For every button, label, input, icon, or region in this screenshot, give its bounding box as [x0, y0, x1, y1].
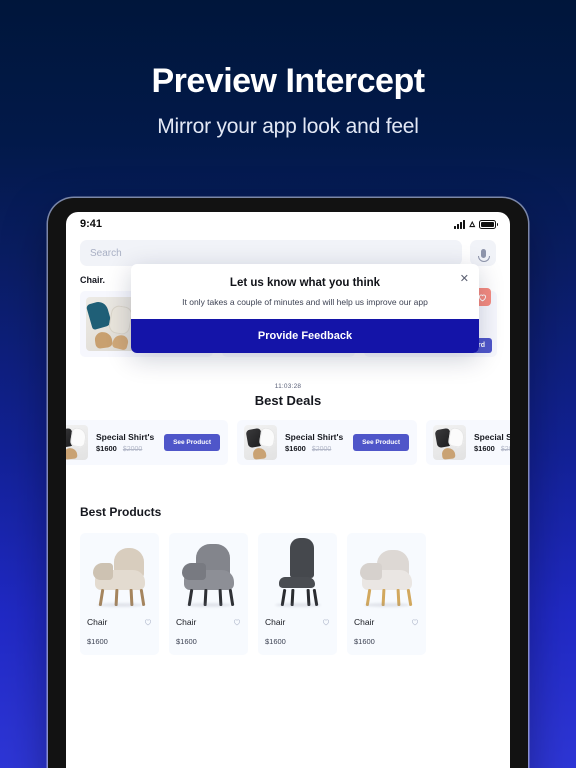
microphone-icon: [478, 248, 490, 262]
best-deals-title: Best Deals: [254, 393, 322, 408]
heart-outline-icon: [412, 619, 418, 626]
search-row: Search: [66, 236, 510, 266]
status-time: 9:41: [80, 218, 103, 230]
deal-old-price: $2000: [311, 446, 332, 453]
page-title: Preview Intercept: [151, 62, 425, 100]
cellular-signal-icon: [454, 219, 466, 229]
heart-outline-icon: [323, 619, 329, 626]
chair-price: $1600: [265, 637, 286, 646]
chair-price: $1600: [87, 637, 108, 646]
deal-name: Special Shirt's: [96, 432, 155, 442]
chair-name: Chair: [87, 617, 108, 627]
deal-info: Special Shirt's $1600 $2000: [466, 432, 510, 453]
deal-prices: $1600 $2000: [96, 444, 164, 453]
deal-info: Special Shirt's $1600 $2000: [88, 432, 164, 453]
see-product-button[interactable]: See Product: [164, 434, 220, 451]
chair-thumbnail: [87, 540, 152, 607]
see-product-button[interactable]: See Product: [353, 434, 409, 451]
chair-row: Chair: [176, 613, 241, 631]
chair-card[interactable]: Chair $1600: [169, 533, 248, 655]
device-screen: 9:41 ▵ Search Chair. Scotch Premium $160…: [66, 212, 510, 768]
chair-row: Chair: [87, 613, 152, 631]
heart-outline-icon: [145, 619, 151, 626]
chair-thumbnail: [265, 538, 330, 607]
favorite-button[interactable]: [322, 613, 330, 631]
deal-prices: $1600 $2000: [474, 444, 510, 453]
chair-thumbnail: [354, 540, 419, 607]
modal-body: Let us know what you think It only takes…: [131, 264, 479, 319]
deal-name: Special Shirt's: [474, 432, 510, 442]
wifi-icon: ▵: [469, 217, 475, 230]
heart-outline-icon: [234, 619, 240, 626]
chair-card[interactable]: Chair $1600: [80, 533, 159, 655]
mic-button[interactable]: [470, 240, 496, 266]
best-deals-rail[interactable]: Special Shirt's $1600 $2000 See Product …: [66, 408, 510, 465]
favorite-button[interactable]: [411, 613, 419, 631]
chair-card[interactable]: Chair $1600: [347, 533, 426, 655]
device-frame: 9:41 ▵ Search Chair. Scotch Premium $160…: [48, 198, 528, 768]
close-icon[interactable]: ✕: [460, 274, 469, 285]
chair-name: Chair: [354, 617, 375, 627]
hero-section: Preview Intercept Mirror your app look a…: [0, 0, 576, 139]
deal-thumbnail: [66, 425, 88, 460]
provide-feedback-button[interactable]: Provide Feedback: [131, 319, 479, 353]
product-thumbnail: [86, 297, 135, 351]
modal-description: It only takes a couple of minutes and wi…: [182, 297, 428, 307]
best-products-rail[interactable]: Chair $1600 Chair $1600 Chair $1600 Chai…: [66, 519, 510, 655]
deal-thumbnail: [433, 425, 466, 460]
search-input[interactable]: Search: [80, 240, 462, 266]
modal-title: Let us know what you think: [229, 277, 381, 289]
battery-icon: [479, 219, 498, 229]
chair-thumbnail: [176, 540, 241, 607]
status-icons: ▵: [454, 217, 498, 230]
deal-name: Special Shirt's: [285, 432, 344, 442]
deal-old-price: $2000: [122, 446, 143, 453]
chair-row: Chair: [354, 613, 419, 631]
deal-card[interactable]: Special Shirt's $1600 $2000 See Product: [426, 420, 510, 465]
deal-price: $1600: [285, 444, 306, 453]
deal-old-price: $2000: [500, 446, 510, 453]
favorite-button[interactable]: [233, 613, 241, 631]
favorite-button[interactable]: [144, 613, 152, 631]
chair-card[interactable]: Chair $1600: [258, 533, 337, 655]
deal-card[interactable]: Special Shirt's $1600 $2000 See Product: [66, 420, 228, 465]
deal-card[interactable]: Special Shirt's $1600 $2000 See Product: [237, 420, 417, 465]
best-deals-header: 11:03:28 Best Deals: [66, 383, 510, 408]
deals-countdown-timer: 11:03:28: [274, 383, 302, 390]
status-bar: 9:41 ▵: [66, 212, 510, 236]
deal-info: Special Shirt's $1600 $2000: [277, 432, 353, 453]
deal-thumbnail: [244, 425, 277, 460]
chair-name: Chair: [176, 617, 197, 627]
best-products-title: Best Products: [80, 505, 162, 519]
page-subtitle: Mirror your app look and feel: [157, 115, 419, 138]
deal-price: $1600: [474, 444, 495, 453]
deal-price: $1600: [96, 444, 117, 453]
deal-prices: $1600 $2000: [285, 444, 353, 453]
chair-price: $1600: [354, 637, 375, 646]
chair-row: Chair: [265, 613, 330, 631]
chair-name: Chair: [265, 617, 286, 627]
feedback-modal: Let us know what you think It only takes…: [131, 264, 479, 353]
chair-price: $1600: [176, 637, 197, 646]
